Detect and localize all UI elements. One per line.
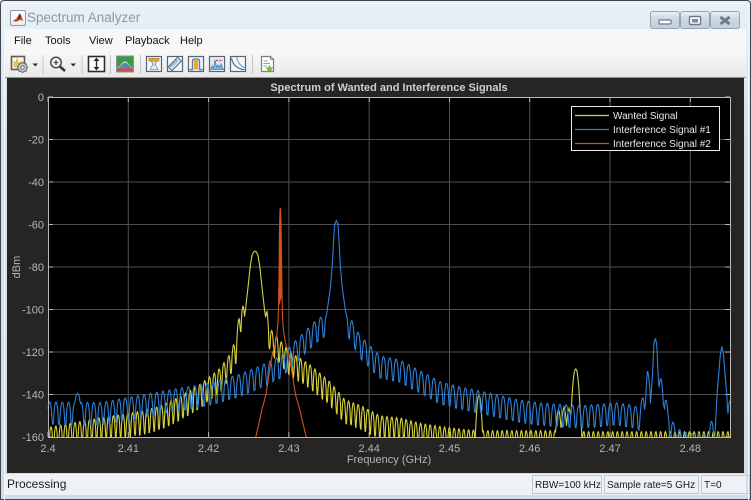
svg-text:-40: -40	[28, 177, 44, 189]
svg-text:-160: -160	[22, 432, 44, 444]
svg-text:Wanted Signal: Wanted Signal	[613, 111, 678, 122]
svg-text:Frequency (GHz): Frequency (GHz)	[347, 454, 431, 466]
svg-text:2.43: 2.43	[278, 443, 299, 455]
svg-text:-120: -120	[22, 347, 44, 359]
svg-text:Interference Signal #1: Interference Signal #1	[613, 125, 711, 136]
svg-text:-20: -20	[28, 135, 44, 147]
svg-text:-140: -140	[22, 390, 44, 402]
svg-text:2.42: 2.42	[198, 443, 219, 455]
svg-text:2.4: 2.4	[40, 443, 55, 455]
svg-text:Interference Signal #2: Interference Signal #2	[613, 139, 711, 150]
svg-text:2.47: 2.47	[599, 443, 620, 455]
svg-text:Spectrum of Wanted and Interfe: Spectrum of Wanted and Interference Sign…	[270, 82, 507, 94]
svg-text:-60: -60	[28, 220, 44, 232]
svg-text:2.45: 2.45	[439, 443, 460, 455]
svg-text:2.48: 2.48	[680, 443, 701, 455]
svg-text:-80: -80	[28, 262, 44, 274]
svg-text:-100: -100	[22, 305, 44, 317]
svg-text:dBm: dBm	[11, 256, 23, 279]
svg-text:2.46: 2.46	[519, 443, 540, 455]
svg-text:0: 0	[38, 92, 44, 104]
svg-text:2.41: 2.41	[118, 443, 139, 455]
